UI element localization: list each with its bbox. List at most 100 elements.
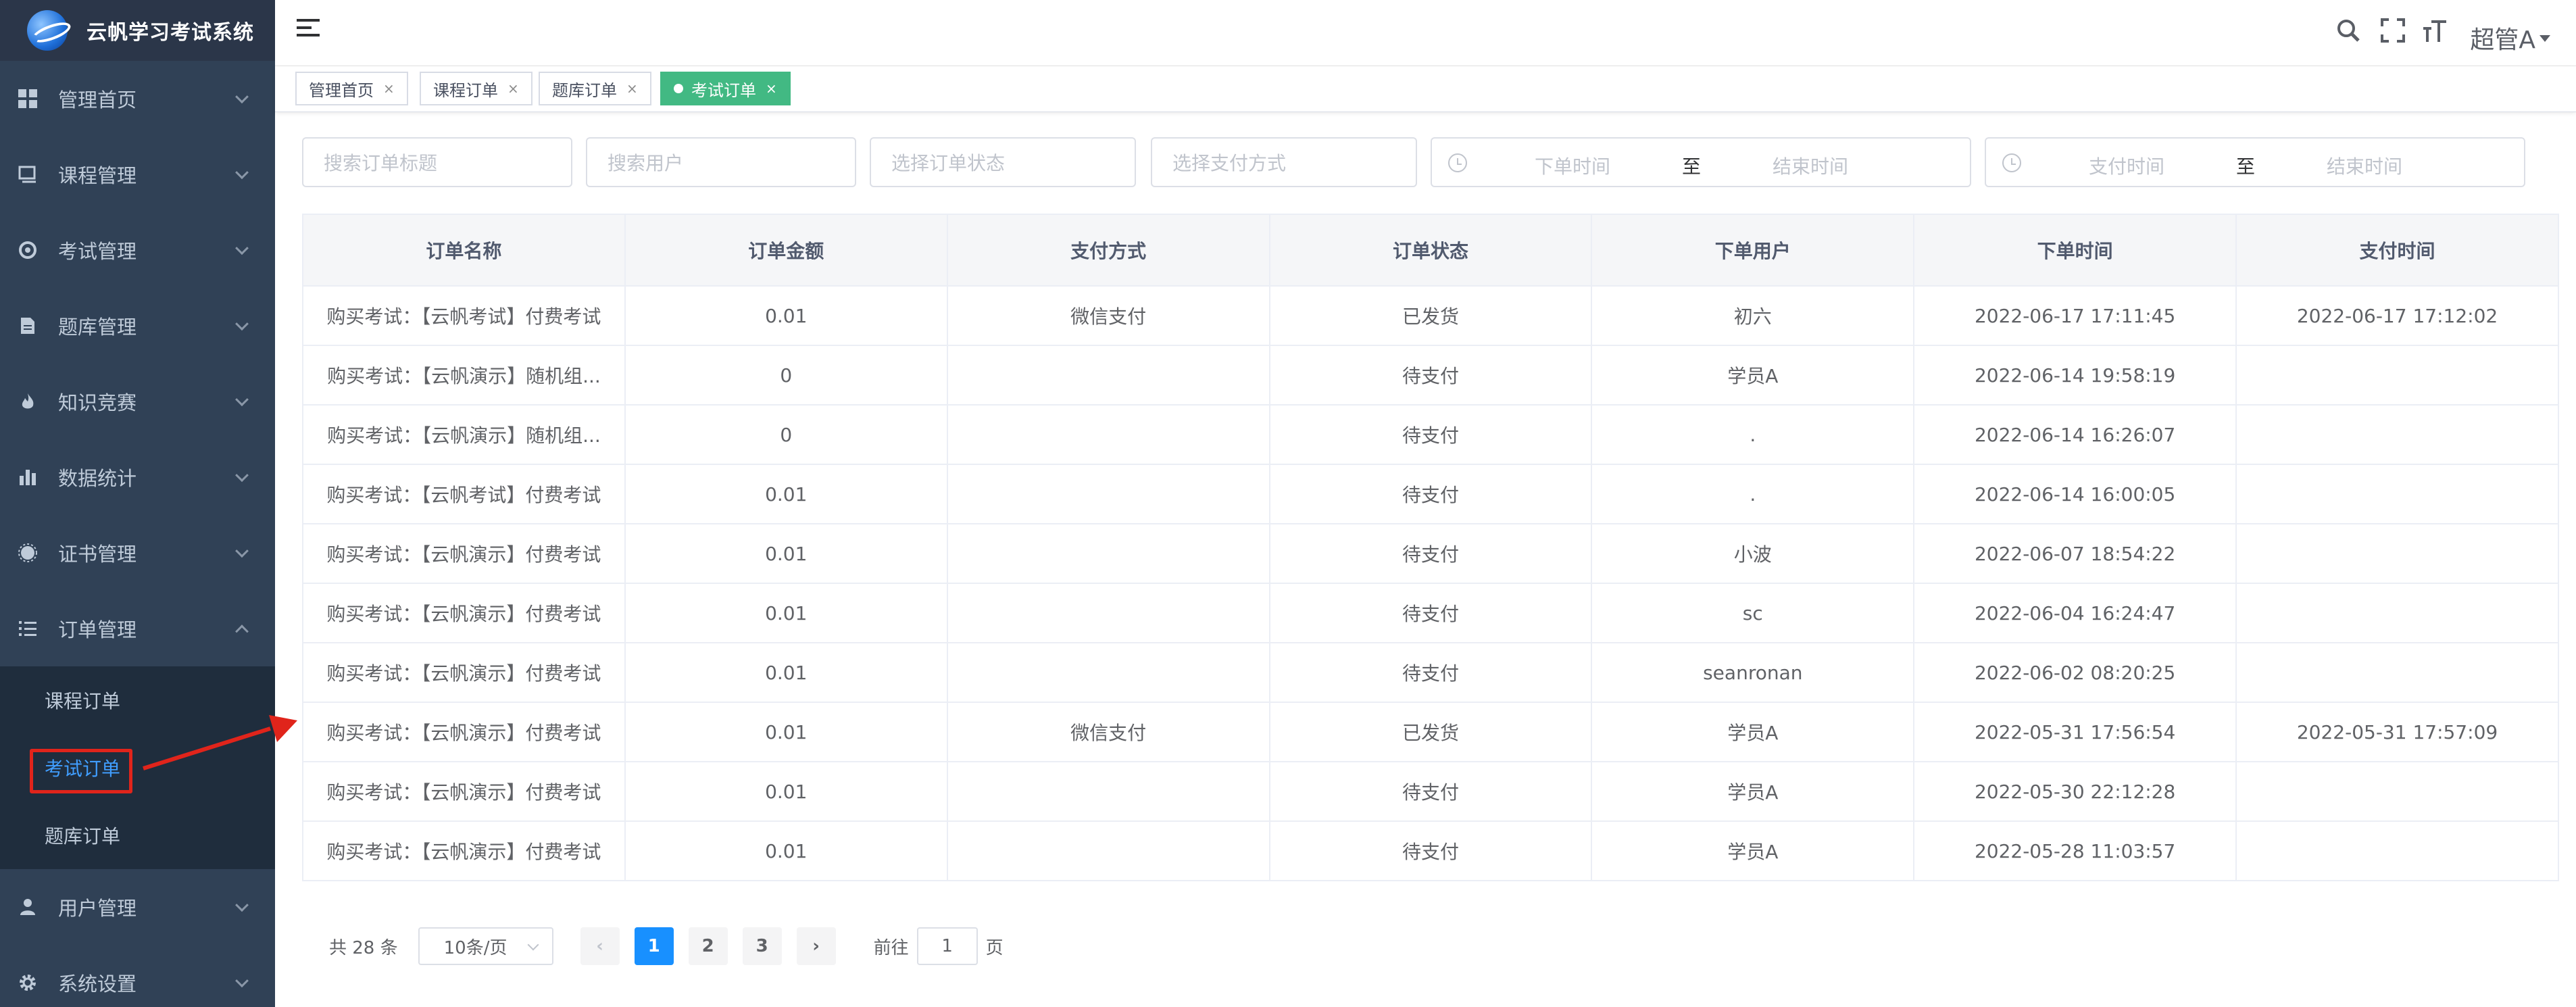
- chevron-down-icon: [235, 241, 249, 255]
- sidebar-item-label: 课程管理: [58, 164, 137, 187]
- amount-cell: 0.01: [624, 464, 948, 524]
- table-row[interactable]: 购买考试：【云帆演示】付费考试 0.01 微信支付 已发货 学员A 2022-05-31 …: [302, 702, 2559, 762]
- sidebar-item-contest[interactable]: 知识竞赛: [0, 364, 275, 439]
- range-separator: 至: [2236, 155, 2256, 178]
- order-time-cell: 2022-05-31 17:56:54: [1913, 702, 2237, 762]
- page-button[interactable]: 2: [688, 927, 728, 965]
- range-end: 结束时间: [1773, 155, 1849, 178]
- font-size-icon[interactable]: [2422, 18, 2448, 49]
- table-row[interactable]: 购买考试：【云帆演示】付费考试 0.01 待支付 sc 2022-06-04 16:24…: [302, 583, 2559, 643]
- fullscreen-icon[interactable]: [2380, 18, 2406, 49]
- document-icon: [18, 316, 38, 336]
- amount-cell: 0: [624, 345, 948, 406]
- logo-area[interactable]: 云帆学习考试系统: [0, 0, 275, 61]
- sidebar-item-label: 知识竞赛: [58, 391, 137, 414]
- prev-page-button[interactable]: ‹: [580, 927, 620, 965]
- next-page-button[interactable]: ›: [796, 927, 836, 965]
- highlight-box: [30, 749, 132, 793]
- column-header: 下单用户: [1591, 214, 1915, 287]
- order-title-cell: 购买考试：【云帆演示】随机组...: [302, 404, 626, 465]
- pay-time-cell: 2022-05-31 17:57:09: [2235, 702, 2559, 762]
- table-row[interactable]: 购买考试：【云帆演示】付费考试 0.01 待支付 学员A 2022-05-30 22:1…: [302, 761, 2559, 822]
- column-header: 订单状态: [1268, 214, 1593, 287]
- order-time-cell: 2022-06-17 17:11:45: [1913, 285, 2237, 346]
- app-title: 云帆学习考试系统: [86, 21, 254, 45]
- user-menu[interactable]: 超管A: [2470, 20, 2535, 55]
- tag-course-orders[interactable]: 课程订单 ×: [420, 72, 532, 105]
- amount-cell: 0.01: [624, 285, 948, 346]
- sidebar-item-statistics[interactable]: 数据统计: [0, 439, 275, 515]
- table-row[interactable]: 购买考试：【云帆演示】随机组... 0 待支付 学员A 2022-06-14 19:58…: [302, 345, 2559, 406]
- placeholder: 搜索用户: [608, 152, 684, 174]
- pay-method-cell: [946, 523, 1270, 584]
- state-cell: 待支付: [1268, 345, 1593, 406]
- sidebar-item-label: 管理首页: [58, 89, 137, 112]
- gear-icon: [18, 973, 38, 993]
- state-cell: 已发货: [1268, 702, 1593, 762]
- amount-cell: 0: [624, 404, 948, 465]
- sidebar-item-course[interactable]: 课程管理: [0, 137, 275, 212]
- page-jump-input[interactable]: 1: [916, 927, 978, 965]
- order-time-cell: 2022-06-07 18:54:22: [1913, 523, 2237, 584]
- submenu-item-course-orders[interactable]: 课程订单: [0, 666, 275, 734]
- order-title-search-input[interactable]: 搜索订单标题: [302, 137, 572, 187]
- placeholder: 选择订单状态: [891, 152, 1006, 174]
- table-row[interactable]: 购买考试：【云帆考试】付费考试 0.01 微信支付 已发货 初六 2022-06-17 1…: [302, 285, 2559, 346]
- state-cell: 已发货: [1268, 285, 1593, 346]
- sidebar-item-orders[interactable]: 订单管理: [0, 591, 275, 666]
- sidebar-item-dashboard[interactable]: 管理首页: [0, 61, 275, 137]
- clock-icon: [1448, 153, 1467, 172]
- placeholder: 搜索订单标题: [324, 152, 438, 174]
- sidebar-item-question-bank[interactable]: 题库管理: [0, 288, 275, 364]
- exam-icon: [18, 240, 38, 260]
- page-button[interactable]: 1: [634, 927, 674, 965]
- close-icon[interactable]: ×: [626, 80, 638, 97]
- order-time-range-picker[interactable]: 下单时间 至 结束时间: [1431, 137, 1971, 187]
- table-row[interactable]: 购买考试：【云帆演示】付费考试 0.01 待支付 学员A 2022-05-28 11:0…: [302, 820, 2559, 881]
- close-icon[interactable]: ×: [507, 80, 519, 97]
- page-button[interactable]: 3: [742, 927, 782, 965]
- submenu-item-bank-orders[interactable]: 题库订单: [0, 802, 275, 869]
- logo-icon: [27, 10, 68, 51]
- tag-dashboard[interactable]: 管理首页 ×: [295, 72, 408, 105]
- sidebar-item-label: 证书管理: [58, 543, 137, 566]
- submenu-item-exam-orders[interactable]: 考试订单: [0, 734, 275, 802]
- list-icon: [18, 618, 38, 639]
- table-row[interactable]: 购买考试：【云帆演示】付费考试 0.01 待支付 seanronan 2022-06-0…: [302, 642, 2559, 703]
- tag-exam-orders[interactable]: 考试订单 ×: [660, 72, 791, 105]
- order-state-select[interactable]: 选择订单状态: [870, 137, 1136, 187]
- state-cell: 待支付: [1268, 642, 1593, 703]
- page-size-select[interactable]: 10条/页: [418, 927, 553, 965]
- tag-bank-orders[interactable]: 题库订单 ×: [539, 72, 651, 105]
- pay-time-range-picker[interactable]: 支付时间 至 结束时间: [1985, 137, 2525, 187]
- order-title-cell: 购买考试：【云帆演示】付费考试: [302, 523, 626, 584]
- sidebar-item-settings[interactable]: 系统设置: [0, 945, 275, 1007]
- table-row[interactable]: 购买考试：【云帆演示】随机组... 0 待支付. 2022-06-14 16:26:0…: [302, 404, 2559, 465]
- order-title-cell: 购买考试：【云帆演示】付费考试: [302, 820, 626, 881]
- range-start: 支付时间: [2089, 155, 2165, 178]
- clock-icon: [2002, 153, 2021, 172]
- sidebar-item-certificate[interactable]: 证书管理: [0, 515, 275, 591]
- caret-down-icon[interactable]: [2540, 35, 2550, 42]
- close-icon[interactable]: ×: [766, 80, 777, 97]
- search-icon[interactable]: [2335, 18, 2361, 49]
- bar-chart-icon: [18, 467, 38, 487]
- range-separator: 至: [1682, 155, 1702, 178]
- user-search-input[interactable]: 搜索用户: [586, 137, 856, 187]
- sidebar-item-users[interactable]: 用户管理: [0, 869, 275, 945]
- table-row[interactable]: 购买考试：【云帆考试】付费考试 0.01 待支付. 2022-06-14 16:00:…: [302, 464, 2559, 524]
- book-icon: [18, 164, 38, 185]
- chevron-up-icon: [235, 624, 249, 639]
- close-icon[interactable]: ×: [383, 80, 395, 97]
- order-time-cell: 2022-05-30 22:12:28: [1913, 761, 2237, 822]
- pay-time-cell: [2235, 583, 2559, 643]
- order-time-cell: 2022-05-28 11:03:57: [1913, 820, 2237, 881]
- sidebar-item-exam[interactable]: 考试管理: [0, 212, 275, 288]
- pay-method-cell: [946, 464, 1270, 524]
- menu-toggle-icon[interactable]: [297, 19, 320, 42]
- chevron-down-icon: [235, 898, 249, 912]
- pay-method-select[interactable]: 选择支付方式: [1151, 137, 1417, 187]
- orders-table: 订单名称 订单金额 支付方式 订单状态 下单用户 下单时间 支付时间 购买考试：…: [302, 214, 2559, 881]
- pay-time-cell: [2235, 345, 2559, 406]
- table-row[interactable]: 购买考试：【云帆演示】付费考试 0.01 待支付 小波 2022-06-07 18:54…: [302, 523, 2559, 584]
